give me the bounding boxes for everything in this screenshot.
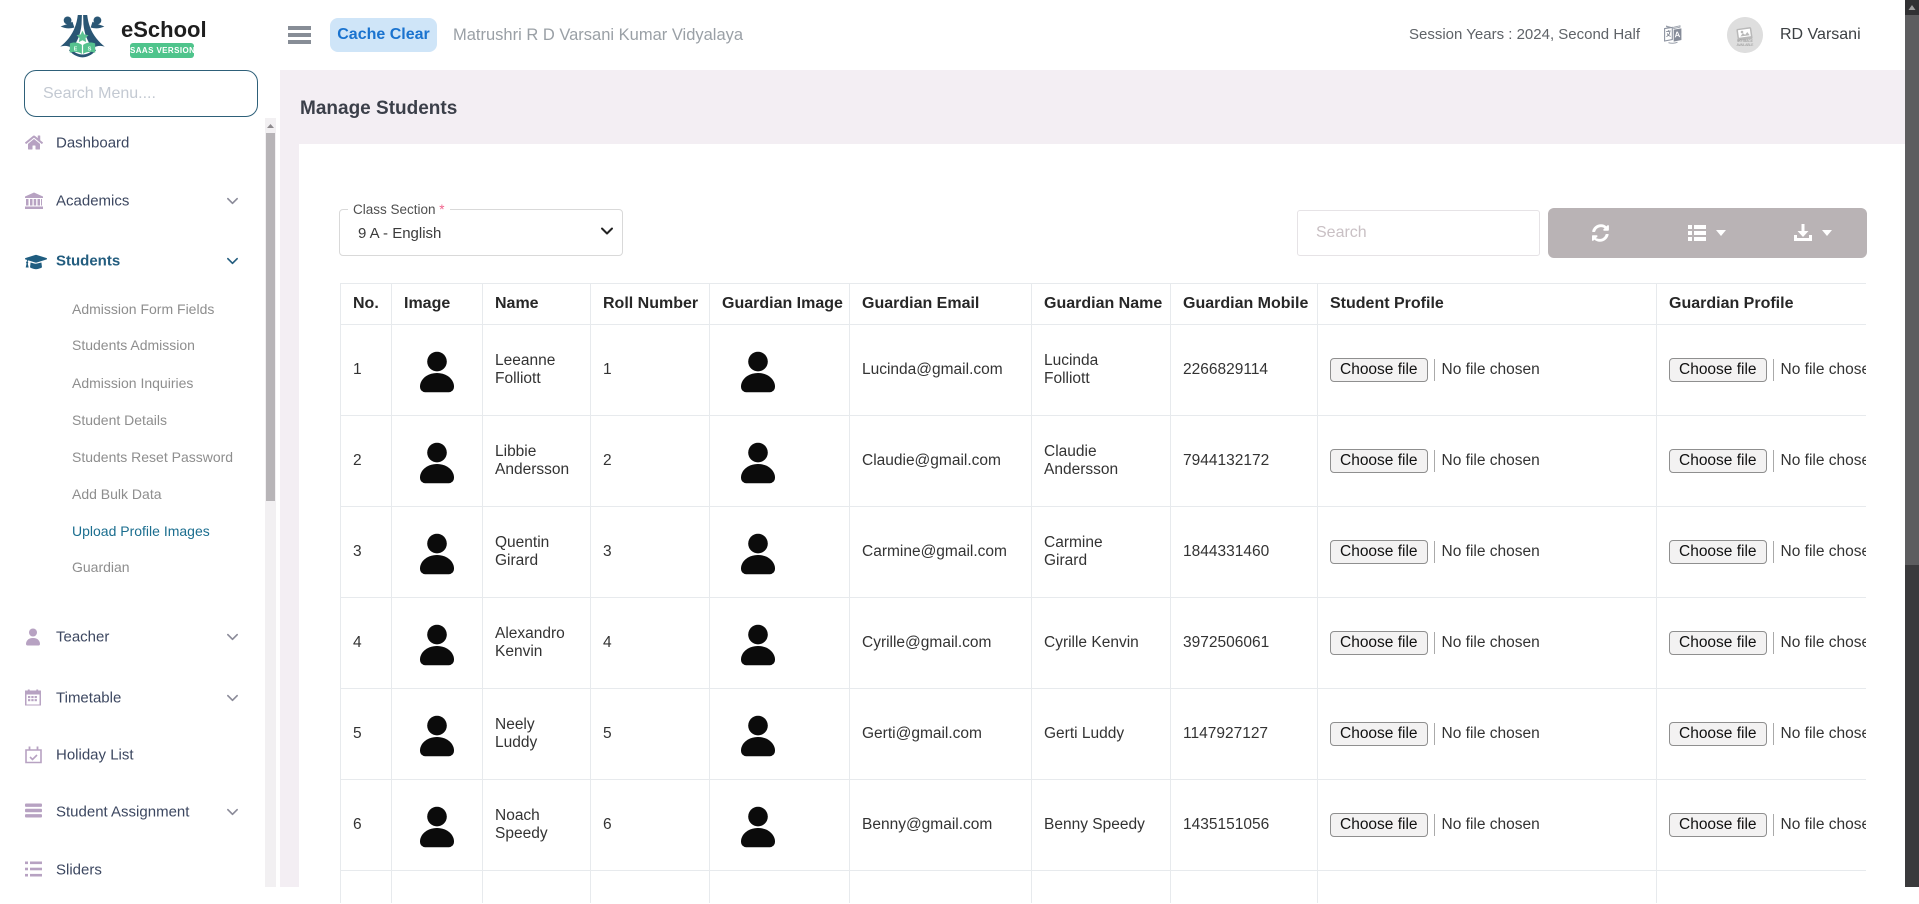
svg-text:A: A <box>1674 30 1681 39</box>
svg-text:S: S <box>88 47 92 53</box>
svg-text:AVAILABLE: AVAILABLE <box>1737 43 1754 47</box>
svg-text:E: E <box>74 47 78 53</box>
